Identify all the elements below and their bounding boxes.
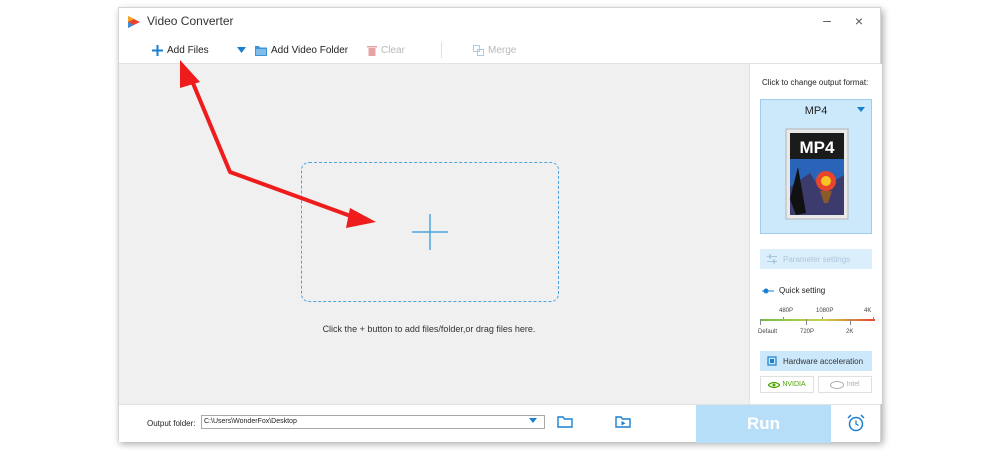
- slider-icon: [762, 288, 774, 293]
- quality-tick-label: 1080P: [816, 308, 834, 314]
- clear-button[interactable]: Clear: [367, 41, 405, 59]
- merge-label: Merge: [488, 44, 517, 56]
- intel-toggle[interactable]: Intel: [818, 376, 872, 393]
- plus-icon: [152, 44, 163, 56]
- output-format-selector[interactable]: MP4 MP4: [760, 99, 872, 234]
- quality-tick-label: 2K: [846, 329, 854, 335]
- quality-tick-label: Default: [758, 329, 778, 335]
- add-files-button[interactable]: Add Files: [152, 41, 209, 59]
- trash-icon: [367, 45, 377, 56]
- hardware-acceleration-label: Hardware acceleration: [783, 356, 864, 366]
- parameter-settings-button[interactable]: Parameter settings: [760, 249, 872, 269]
- quality-slider[interactable]: 480P 1080P 4K Default 720P 2K: [758, 304, 875, 349]
- quality-tick-label: 720P: [800, 329, 815, 335]
- add-video-folder-button[interactable]: Add Video Folder: [255, 41, 348, 59]
- drop-zone[interactable]: [301, 162, 559, 302]
- toolbar-separator: [441, 42, 442, 58]
- quality-tick-label: 480P: [779, 308, 794, 314]
- merge-icon: [473, 44, 484, 56]
- close-button[interactable]: ×: [850, 12, 868, 30]
- app-window: Video Converter – × Add Files Add Video …: [118, 7, 882, 443]
- chip-icon: [767, 356, 777, 366]
- quick-setting-label: Quick setting: [779, 286, 826, 295]
- output-format-panel: Click to change output format: MP4 MP4 P…: [749, 64, 882, 404]
- window-title: Video Converter: [147, 14, 234, 28]
- quick-setting-title: Quick setting: [762, 286, 825, 295]
- merge-button[interactable]: Merge: [473, 41, 516, 59]
- nvidia-label: NVIDIA: [782, 381, 806, 388]
- chevron-down-icon: [237, 47, 246, 53]
- nvidia-logo-icon: [768, 381, 781, 388]
- output-folder-label: Output folder:: [147, 419, 196, 428]
- mp4-icon-text: MP4: [800, 138, 836, 157]
- output-format-name: MP4: [804, 105, 828, 117]
- toolbar: Add Files Add Video Folder Clear Merge: [119, 36, 880, 64]
- alarm-clock-icon[interactable]: [846, 413, 866, 433]
- output-format-title: Click to change output format:: [762, 78, 869, 87]
- sliders-icon: [767, 254, 777, 264]
- video-folder-icon[interactable]: [615, 414, 631, 430]
- output-folder-dropdown[interactable]: [529, 418, 537, 423]
- mp4-file-icon: MP4: [785, 128, 849, 220]
- plus-icon: [412, 214, 448, 250]
- open-folder-icon[interactable]: [557, 414, 573, 430]
- clear-label: Clear: [381, 44, 405, 56]
- nvidia-toggle[interactable]: NVIDIA: [760, 376, 814, 393]
- video-converter-logo-icon: [128, 16, 140, 28]
- folder-icon: [255, 45, 267, 56]
- intel-label: Intel: [846, 381, 860, 388]
- bottom-bar: Output folder: C:\Users\WonderFox\Deskto…: [119, 404, 880, 443]
- chevron-down-icon: [857, 107, 865, 112]
- add-files-label: Add Files: [167, 44, 209, 56]
- intel-logo-icon: [830, 380, 845, 389]
- hardware-acceleration-button[interactable]: Hardware acceleration: [760, 351, 872, 371]
- add-video-folder-label: Add Video Folder: [271, 44, 349, 56]
- parameter-settings-label: Parameter settings: [783, 254, 851, 264]
- file-list-area[interactable]: Click the + button to add files/folder,o…: [119, 64, 749, 404]
- quality-slider-track: [760, 317, 875, 325]
- screenshot-stage: Video Converter – × Add Files Add Video …: [0, 0, 1000, 450]
- quality-tick-label: 4K: [864, 308, 872, 314]
- title-bar: Video Converter – ×: [119, 8, 880, 36]
- drop-hint-text: Click the + button to add files/folder,o…: [322, 324, 536, 334]
- add-files-dropdown[interactable]: [237, 41, 246, 59]
- minimize-button[interactable]: –: [818, 12, 836, 30]
- run-button[interactable]: Run: [696, 405, 831, 443]
- output-folder-input[interactable]: C:\Users\WonderFox\Desktop: [201, 415, 545, 429]
